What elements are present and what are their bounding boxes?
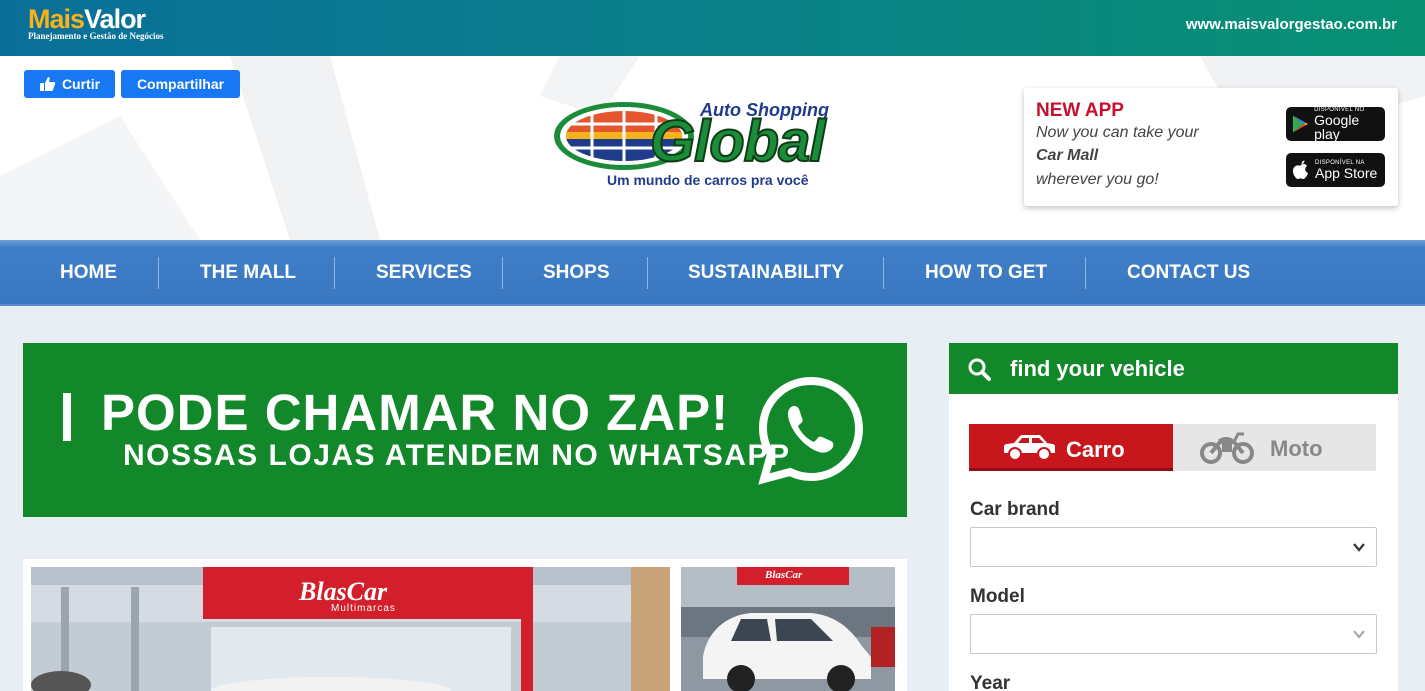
auto-shopping-global-logo[interactable]: Auto Shopping Global Um mundo de carros …: [550, 94, 870, 194]
app-store-badge[interactable]: DISPONÍVEL NA App Store: [1286, 153, 1385, 187]
nav-item-home[interactable]: HOME: [60, 240, 117, 306]
search-icon: [968, 358, 991, 381]
vehicle-type-tabs: Carro Moto: [969, 424, 1376, 471]
motorcycle-icon: [1200, 432, 1254, 464]
header: Curtir Compartilhar Auto Shopping Global…: [0, 56, 1425, 240]
store-sign-subtext: Multimarcas: [331, 603, 396, 614]
chevron-down-icon: [1353, 543, 1365, 552]
nav-item-sustainability[interactable]: SUSTAINABILITY: [688, 240, 844, 306]
google-play-badge[interactable]: DISPONÍVEL NO Google play: [1286, 107, 1385, 141]
global-wordmark: Global: [649, 108, 826, 175]
facebook-share-button[interactable]: Compartilhar: [121, 70, 240, 98]
top-bar: MaisValor Planejamento e Gestão de Negóc…: [0, 0, 1425, 56]
new-app-line1: Now you can take your: [1036, 124, 1199, 141]
nav-separator: [1085, 257, 1086, 289]
apple-icon: [1293, 160, 1308, 179]
maisvalor-logo[interactable]: MaisValor Planejamento e Gestão de Negóc…: [28, 5, 163, 41]
nav-separator: [502, 257, 503, 289]
tab-moto-label: Moto: [1270, 436, 1323, 461]
nav-item-services[interactable]: SERVICES: [376, 240, 472, 306]
nav-item-shops[interactable]: SHOPS: [543, 240, 610, 306]
car-icon: [1004, 435, 1055, 461]
vehicle-search-panel: find your vehicle Carro Moto Car brand M…: [949, 343, 1398, 691]
nav-separator: [647, 257, 648, 289]
google-play-icon: [1292, 115, 1309, 133]
whatsapp-icon: [758, 376, 864, 485]
share-label: Compartilhar: [136, 76, 225, 92]
nav-item-how-to-get[interactable]: HOW TO GET: [925, 240, 1047, 306]
brand-tagline: Um mundo de carros pra você: [607, 172, 809, 188]
car-brand-select[interactable]: [970, 527, 1377, 567]
vehicle-search-header: find your vehicle: [949, 343, 1398, 394]
car-brand-label: Car brand: [970, 499, 1060, 520]
nav-separator: [883, 257, 884, 289]
new-app-line2: Car Mall: [1036, 147, 1099, 164]
like-label: Curtir: [61, 76, 101, 92]
app-store-big-text: App Store: [1315, 165, 1378, 181]
logo-valor-text: Valor: [84, 4, 146, 34]
store-photos: BlasCar Multimarcas BlasCar: [23, 559, 907, 691]
nav-item-contact-us[interactable]: CONTACT US: [1127, 240, 1250, 306]
main-nav: HOME THE MALL SERVICES SHOPS SUSTAINABIL…: [0, 240, 1425, 306]
banner-accent-bar: [63, 393, 71, 441]
banner-headline: PODE CHAMAR NO ZAP!: [101, 384, 730, 441]
new-app-promo: NEW APP Now you can take your Car Mall w…: [1024, 88, 1398, 206]
thumbs-up-icon: [39, 77, 56, 91]
store-photo-main[interactable]: BlasCar Multimarcas: [31, 567, 670, 691]
vehicle-search-title: find your vehicle: [1010, 356, 1185, 381]
nav-item-the-mall[interactable]: THE MALL: [200, 240, 296, 306]
car-showroom-image: [681, 567, 895, 691]
banner-subline: NOSSAS LOJAS ATENDEM NO WHATSAPP: [123, 439, 791, 472]
model-label: Model: [970, 586, 1025, 607]
model-select[interactable]: [970, 614, 1377, 654]
nav-separator: [158, 257, 159, 289]
chevron-down-icon: [1353, 630, 1365, 639]
site-url-link[interactable]: www.maisvalorgestao.com.br: [1186, 16, 1397, 33]
google-play-big-text: Google play: [1314, 112, 1360, 142]
tab-car[interactable]: Carro: [969, 424, 1173, 471]
new-app-line3: wherever you go!: [1036, 171, 1159, 188]
nav-separator: [334, 257, 335, 289]
store-photo-car[interactable]: BlasCar: [681, 567, 895, 691]
year-label: Year: [970, 673, 1011, 691]
tab-moto[interactable]: Moto: [1173, 424, 1376, 471]
logo-mais-text: Mais: [28, 4, 85, 34]
logo-subtitle: Planejamento e Gestão de Negócios: [28, 31, 164, 41]
facebook-like-button[interactable]: Curtir: [24, 70, 115, 98]
tab-car-label: Carro: [1066, 437, 1125, 462]
whatsapp-banner[interactable]: PODE CHAMAR NO ZAP! NOSSAS LOJAS ATENDEM…: [23, 343, 907, 517]
new-app-title: NEW APP: [1036, 100, 1124, 121]
store-sign-small-text: BlasCar: [765, 569, 803, 581]
